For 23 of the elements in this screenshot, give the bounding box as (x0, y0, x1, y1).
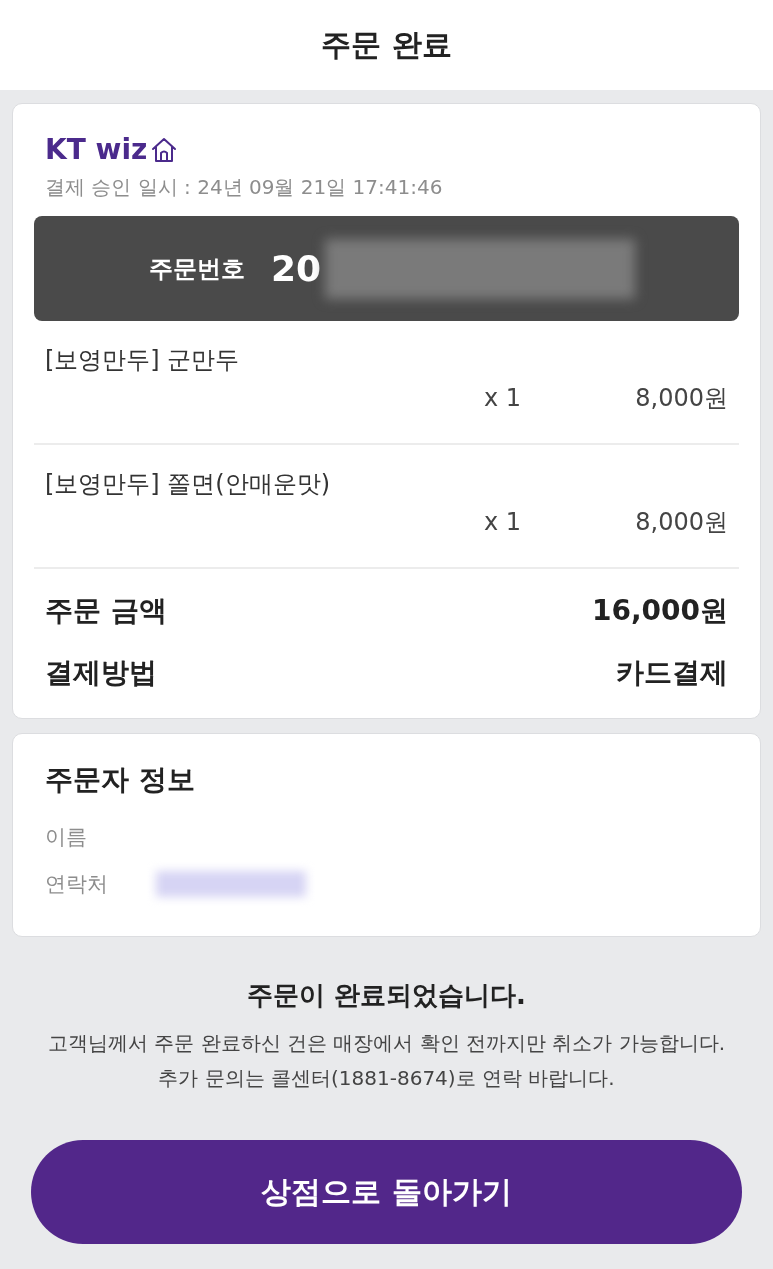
item-name: [보영만두] 쫄면(안매운맛) (45, 469, 332, 500)
item-price: 8,000원 (634, 383, 728, 414)
notice-text: 고객님께서 주문 완료하신 건은 매장에서 확인 전까지만 취소가 가능합니다. (47, 1030, 726, 1057)
house-icon[interactable] (151, 137, 178, 163)
summary-value: 16,000원 (591, 593, 728, 629)
item-quantity: x 1 (483, 383, 521, 414)
summary-label: 주문 금액 (45, 593, 167, 629)
back-to-store-button[interactable]: 상점으로 돌아가기 (31, 1140, 742, 1244)
item-quantity: x 1 (483, 507, 521, 538)
field-label: 이름 (45, 824, 88, 851)
approval-time: 결제 승인 일시 : 24년 09월 21일 17:41:46 (44, 174, 444, 201)
item-price: 8,000원 (634, 507, 728, 538)
summary-value: 카드결제 (616, 655, 728, 691)
field-label: 연락처 (45, 871, 109, 898)
notice-text: 추가 문의는 콜센터(1881-8674)로 연락 바랍니다. (158, 1065, 615, 1092)
page-title: 주문 완료 (321, 26, 452, 64)
summary-label: 결제방법 (45, 655, 157, 691)
order-number-value: 20 (271, 246, 322, 291)
section-title: 주문자 정보 (45, 762, 196, 798)
order-number-label: 주문번호 (149, 253, 245, 285)
item-name: [보영만두] 군만두 (45, 345, 241, 376)
store-name: KT wiz (45, 132, 148, 168)
completion-title: 주문이 완료되었습니다. (247, 979, 526, 1012)
